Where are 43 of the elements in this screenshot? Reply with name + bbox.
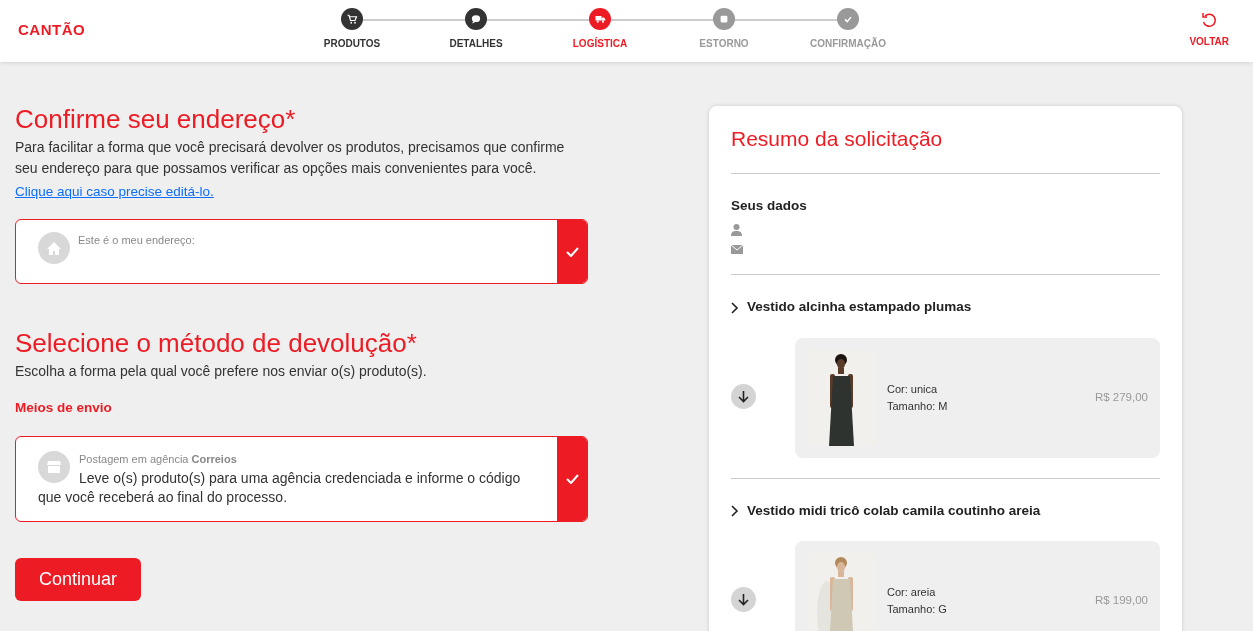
back-button[interactable]: VOLTAR	[1189, 10, 1229, 49]
check-icon	[565, 473, 579, 484]
product-price: R$ 279,00	[1094, 390, 1148, 406]
section-heading: Seus dados	[731, 197, 808, 216]
logo[interactable]: CANTÃO	[18, 19, 86, 42]
product-price: R$ 199,00	[1094, 593, 1148, 609]
section-title: Selecione o método de devolução*	[15, 328, 418, 360]
arrow-down-icon[interactable]	[731, 586, 756, 612]
address-option[interactable]: Este é o meu endereço:	[15, 219, 588, 285]
product-color: Cor: areia	[887, 584, 937, 600]
user-icon	[731, 224, 742, 237]
chat-icon	[470, 13, 482, 25]
product-toggle[interactable]: Vestido midi tricô colab camila coutinho areia	[731, 500, 1041, 521]
product-size: Tamanho: M	[887, 398, 948, 414]
check-icon	[565, 246, 579, 257]
mail-icon	[731, 245, 743, 255]
option-label: Postagem em agência Correios	[79, 451, 237, 467]
shipping-option[interactable]: Postagem em agência Correios Leve o(s) produto(s) para uma agência credenciada e informe o código que você receberá ao final do processo.	[15, 435, 588, 522]
product-size: Tamanho: G	[887, 601, 947, 617]
cart-icon	[346, 13, 358, 25]
description: Escolha a forma pela qual você prefere nos enviar o(s) produto(s).	[15, 362, 428, 382]
edit-address-link[interactable]: Clique aqui caso precise editá-lo.	[15, 184, 214, 200]
continue-button[interactable]: Continuar	[15, 557, 142, 601]
home-icon	[38, 232, 70, 265]
description: Para facilitar a forma que você precisará devolver os produtos, precisamos que confirme seu endereço para que possamos verificar as opções mais convenientes para você.	[15, 138, 566, 179]
product-toggle[interactable]: Vestido alcinha estampado plumas	[731, 297, 972, 318]
step-label[interactable]: PRODUTOS	[323, 36, 381, 51]
product-color: Cor: unica	[887, 381, 939, 397]
subsection-title: Meios de envio	[15, 399, 113, 418]
option-label: Este é o meu endereço:	[78, 233, 195, 249]
chevron-icon	[731, 504, 739, 517]
option-description: Leve o(s) produto(s) para uma agência credenciada e informe o código que você receberá ao final do processo.	[38, 468, 522, 507]
arrow-down-icon[interactable]	[731, 383, 756, 409]
chevron-icon	[731, 301, 739, 314]
store-icon	[38, 450, 70, 483]
section-title: Confirme seu endereço*	[15, 104, 297, 136]
truck-icon	[594, 13, 606, 25]
square-icon	[718, 13, 730, 25]
step-label[interactable]: ESTORNO	[699, 36, 749, 51]
step-label[interactable]: CONFIRMAÇÃO	[809, 36, 887, 51]
step-label[interactable]: LOGÍSTICA	[572, 36, 628, 51]
step-label[interactable]: DETALHES	[449, 36, 503, 51]
summary-title: Resumo da solicitação	[731, 126, 944, 152]
